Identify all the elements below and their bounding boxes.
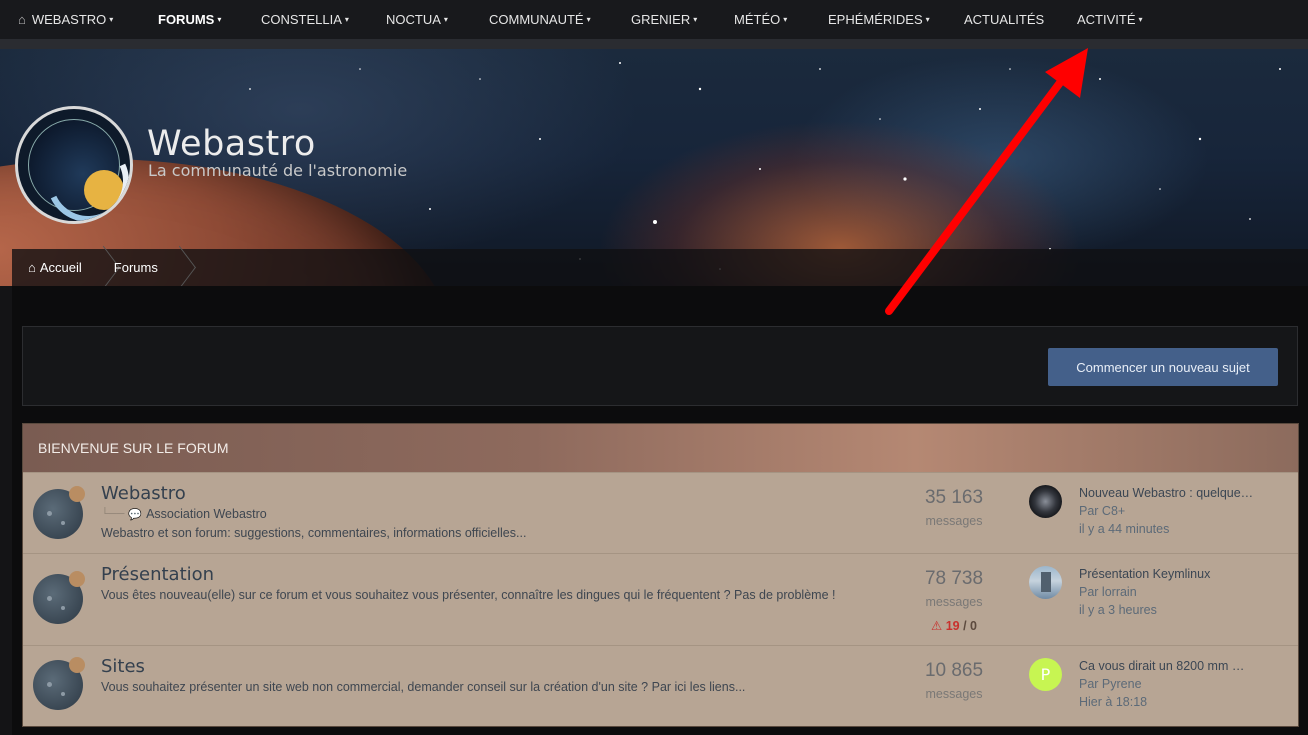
forum-title[interactable]: Sites [101,656,145,677]
forum-category: BIENVENUE SUR LE FORUM Webastro └── 💬 As… [22,423,1299,727]
caret-down-icon: ▾ [109,15,114,24]
breadcrumb-separator [92,249,112,286]
caret-down-icon: ▾ [217,15,222,24]
nav-activite[interactable]: ACTIVITÉ ▾ [1077,0,1143,39]
message-count: 10 865 [924,660,984,681]
message-count-label: messages [925,514,983,528]
nav-label: CONSTELLIA [261,12,342,27]
forum-title[interactable]: Webastro [101,483,186,504]
forum-row: Webastro └── 💬 Association Webastro Weba… [23,472,1298,553]
breadcrumb-separator [168,249,188,286]
breadcrumb-label: Forums [113,260,158,275]
nav-label: FORUMS [158,12,215,27]
chat-icon: 💬 [128,508,143,521]
message-count-label: messages [925,595,983,609]
nav-webastro[interactable]: ⌂ WEBASTRO ▾ [18,0,113,39]
nav-ephemerides[interactable]: EPHÉMÉRIDES ▾ [828,0,930,39]
breadcrumb-label: Accueil [39,260,82,275]
webastro-logo[interactable] [15,106,133,224]
last-post-author[interactable]: Par lorrain [1079,585,1137,599]
top-navigation: ⌂ WEBASTRO ▾ FORUMS ▾ CONSTELLIA ▾ NOCTU… [0,0,1308,39]
caret-down-icon: ▾ [443,15,448,24]
last-post-title[interactable]: Ca vous dirait un 8200 mm … [1079,659,1244,673]
breadcrumb: ⌂ Accueil Forums [12,249,1308,286]
forum-description: Vous souhaitez présenter un site web non… [101,680,746,694]
last-poster-avatar[interactable] [1029,485,1062,518]
nav-actualites[interactable]: ACTUALITÉS [964,0,1044,39]
forum-description: Webastro et son forum: suggestions, comm… [101,526,527,540]
last-post-title[interactable]: Nouveau Webastro : quelque… [1079,486,1253,500]
forum-icon [33,571,85,624]
nav-label: EPHÉMÉRIDES [828,12,923,27]
reported-count: 19 [945,619,960,633]
caret-down-icon: ▾ [1138,15,1143,24]
breadcrumb-home[interactable]: ⌂ Accueil [12,249,112,286]
nav-meteo[interactable]: MÉTÉO ▾ [734,0,787,39]
nav-noctua[interactable]: NOCTUA ▾ [386,0,448,39]
nav-label: ACTIVITÉ [1077,12,1136,27]
warning-icon: ⚠ [930,619,943,633]
subforum-link[interactable]: └── 💬 Association Webastro [101,507,267,521]
message-count-label: messages [925,687,983,701]
sub-navigation-bar [0,39,1308,49]
last-post-time: il y a 3 heures [1079,603,1157,617]
subforum-label: Association Webastro [146,507,267,521]
nav-label: WEBASTRO [31,12,107,27]
last-post-time: il y a 44 minutes [1079,522,1170,536]
forum-row: Présentation Vous êtes nouveau(elle) sur… [23,553,1298,645]
caret-down-icon: ▾ [693,15,698,24]
caret-down-icon: ▾ [925,15,930,24]
nav-forums[interactable]: FORUMS ▾ [158,0,221,39]
home-icon: ⌂ [18,12,26,27]
nav-label: GRENIER [631,12,691,27]
logo-emblem [28,119,130,221]
forum-row: Sites Vous souhaitez présenter un site w… [23,645,1298,726]
forum-icon [33,486,85,539]
nav-grenier[interactable]: GRENIER ▾ [631,0,697,39]
new-topic-button[interactable]: Commencer un nouveau sujet [1048,348,1278,386]
nav-label: ACTUALITÉS [964,12,1045,27]
caret-down-icon: ▾ [344,15,349,24]
category-header: BIENVENUE SUR LE FORUM [23,424,1298,472]
nav-constellia[interactable]: CONSTELLIA ▾ [261,0,349,39]
forum-icon [33,657,85,710]
last-post-author[interactable]: Par C8+ [1079,504,1125,518]
caret-down-icon: ▾ [783,15,788,24]
reported-total: 0 [970,619,977,633]
nav-label: NOCTUA [386,12,441,27]
nav-label: MÉTÉO [734,12,781,27]
site-subtitle: La communauté de l'astronomie [148,161,408,180]
tree-connector-icon: └── [101,508,125,520]
reported-separator: / [963,619,967,633]
home-icon: ⌂ [28,260,36,275]
reported-items[interactable]: ⚠ 19 / 0 [893,618,1015,633]
message-count: 35 163 [924,487,984,508]
site-title[interactable]: Webastro [147,124,316,164]
forum-title[interactable]: Présentation [101,564,214,585]
last-post-time: Hier à 18:18 [1079,695,1148,709]
last-poster-avatar[interactable] [1029,566,1062,599]
last-post-title[interactable]: Présentation Keymlinux [1079,567,1210,581]
breadcrumb-forums[interactable]: Forums [112,249,188,286]
nav-communaute[interactable]: COMMUNAUTÉ ▾ [489,0,591,39]
message-count: 78 738 [924,568,984,589]
last-post-author[interactable]: Par Pyrene [1079,677,1142,691]
side-panel [0,286,12,735]
nav-label: COMMUNAUTÉ [489,12,584,27]
category-title[interactable]: BIENVENUE SUR LE FORUM [23,440,229,456]
caret-down-icon: ▾ [586,15,591,24]
last-poster-avatar[interactable]: P [1029,658,1062,691]
forum-description: Vous êtes nouveau(elle) sur ce forum et … [101,588,836,602]
